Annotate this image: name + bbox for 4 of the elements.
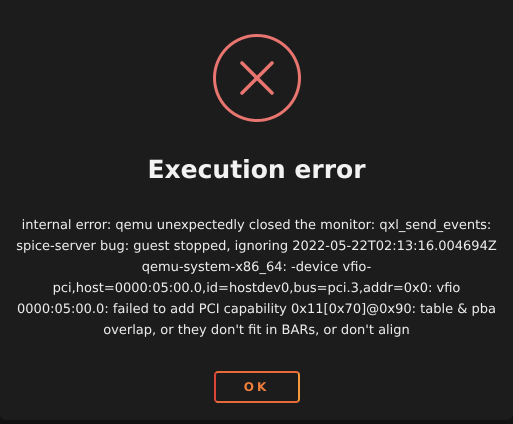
ok-button[interactable]: OK [214,370,300,402]
error-icon [212,33,302,123]
dialog-title: Execution error [147,154,366,186]
error-message: internal error: qemu unexpectedly closed the monitor: qxl_send_events: spice-server bug: guest stopped, ignoring 2022-05-22T02:13:16.004694Z qemu-system-x86_64: -device vfio-pci,host=0000:05:00.0,id=hostdev0,bus=pci.3,addr=0x0: vfio 0000:05:00.0: failed to add PCI capability 0x11[0x70]@0x90: table & pba overlap, or they don't fit in BARs, or don't align [15,216,498,340]
